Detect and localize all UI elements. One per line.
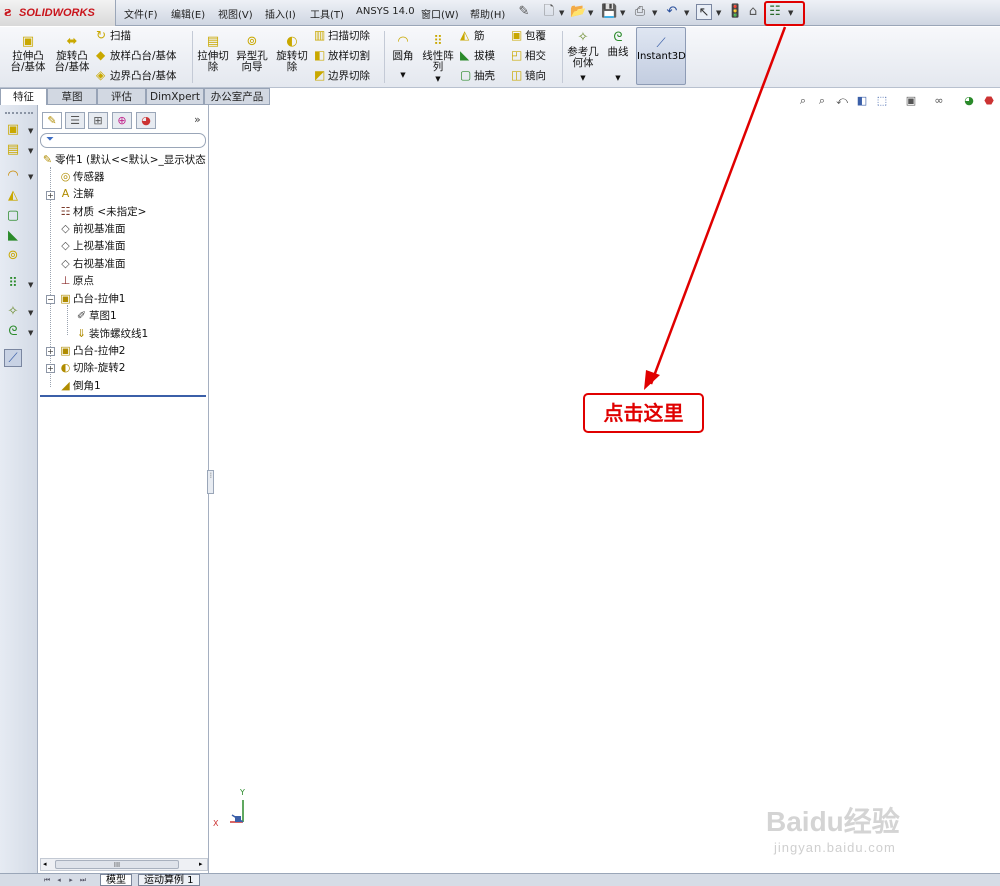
tab-model[interactable]: 模型 [100, 874, 132, 886]
bottom-tab-bar: ⏮ ◂ ▸ ⏭ 模型 运动算例 1 [0, 873, 1000, 886]
last-tab-icon[interactable]: ⏭ [78, 875, 88, 885]
solidworks-window: ƨ SOLIDWORKS 文件(F) 编辑(E) 视图(V) 插入(I) 工具(… [0, 0, 1000, 886]
first-tab-icon[interactable]: ⏮ [42, 875, 52, 885]
triad-x-label: X [213, 819, 219, 828]
pointer-arrowhead [644, 370, 660, 390]
triad-origin [235, 816, 241, 822]
pointer-arrow-line [649, 26, 787, 385]
triad-y-label: Y [240, 788, 245, 797]
next-tab-icon[interactable]: ▸ [66, 875, 76, 885]
tab-motion-study-1[interactable]: 运动算例 1 [138, 874, 200, 886]
prev-tab-icon[interactable]: ◂ [54, 875, 64, 885]
watermark-main: Baidu经验 [766, 806, 900, 837]
watermark-url: jingyan.baidu.com [774, 840, 896, 855]
baidu-watermark: Baidu经验 jingyan.baidu.com [766, 780, 996, 860]
callout-click-here: 点击这里 [583, 393, 704, 433]
annotation-overlay [230, 26, 787, 823]
